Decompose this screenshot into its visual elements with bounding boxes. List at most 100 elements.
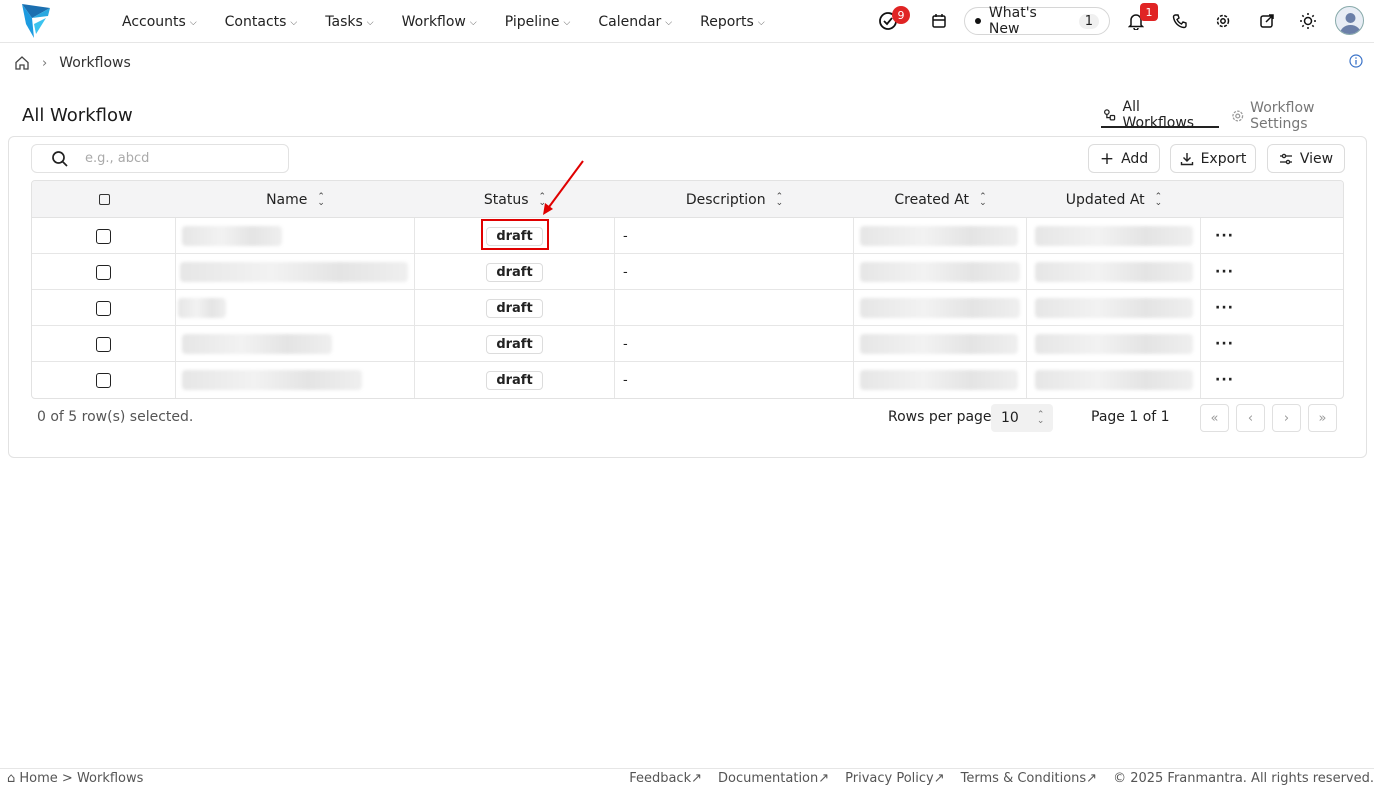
description-cell: - — [615, 326, 854, 362]
nav-pipeline[interactable]: Pipeline ⌵ — [491, 0, 585, 43]
more-actions-icon[interactable]: ··· — [1215, 264, 1234, 280]
export-button-label: Export — [1200, 150, 1247, 167]
table-row[interactable]: draft - ··· — [32, 326, 1343, 362]
row-checkbox[interactable] — [96, 372, 111, 388]
calendar-button[interactable] — [927, 9, 951, 33]
privacy-policy-link[interactable]: Privacy Policy↗ — [845, 771, 945, 786]
phone-button[interactable] — [1168, 9, 1192, 33]
row-checkbox[interactable] — [96, 264, 111, 280]
redacted-date — [1035, 226, 1193, 246]
redacted-date — [860, 298, 1020, 318]
search-icon — [52, 150, 68, 167]
table-row[interactable]: draft ··· — [32, 290, 1343, 326]
actions-cell: ··· — [1201, 362, 1343, 398]
info-icon[interactable] — [1349, 54, 1363, 68]
column-header-description[interactable]: Description ⌃ ⌄ — [615, 181, 854, 218]
created-at-cell — [854, 218, 1027, 254]
more-actions-icon[interactable]: ··· — [1215, 336, 1234, 352]
column-header-created-at[interactable]: Created At ⌃ ⌄ — [854, 181, 1027, 218]
status-badge: draft — [486, 298, 543, 318]
name-cell[interactable] — [176, 218, 415, 254]
column-created-label: Created At — [894, 191, 970, 208]
redacted-date — [1035, 298, 1193, 318]
more-actions-icon[interactable]: ··· — [1215, 228, 1234, 244]
more-actions-icon[interactable]: ··· — [1215, 300, 1234, 316]
status-cell: draft — [415, 290, 615, 326]
name-cell[interactable] — [176, 326, 415, 362]
first-page-button[interactable]: « — [1200, 404, 1229, 432]
chevron-down-icon: ⌵ — [563, 18, 571, 28]
selection-summary: 0 of 5 row(s) selected. — [37, 409, 194, 425]
tab-workflow-settings[interactable]: Workflow Settings — [1229, 100, 1374, 132]
franmantra-logo[interactable] — [22, 4, 52, 38]
nav-calendar[interactable]: Calendar ⌵ — [584, 0, 686, 43]
export-button[interactable]: Export — [1170, 144, 1256, 173]
last-page-button[interactable]: » — [1308, 404, 1337, 432]
search-input[interactable] — [85, 151, 265, 166]
double-chevron-right-icon: » — [1318, 410, 1327, 426]
nav-reports[interactable]: Reports ⌵ — [686, 0, 779, 43]
row-checkbox[interactable] — [96, 300, 111, 316]
more-actions-icon[interactable]: ··· — [1215, 372, 1234, 388]
tasks-check-button[interactable]: 9 — [876, 6, 910, 33]
privacy-link-label: Privacy Policy — [845, 771, 934, 786]
row-checkbox[interactable] — [96, 336, 111, 352]
name-cell[interactable] — [176, 362, 415, 398]
table-row[interactable]: draft - ··· — [32, 362, 1343, 398]
select-all-checkbox[interactable] — [98, 194, 110, 205]
terms-link[interactable]: Terms & Conditions↗ — [961, 771, 1097, 786]
description-cell: - — [615, 254, 854, 290]
search-box[interactable] — [31, 144, 289, 173]
theme-toggle-button[interactable] — [1296, 9, 1320, 33]
column-status-label: Status — [483, 191, 529, 208]
annotation-arrow-icon — [543, 160, 584, 215]
name-cell[interactable] — [176, 254, 415, 290]
redacted-name — [182, 226, 282, 246]
next-page-button[interactable]: › — [1272, 404, 1301, 432]
row-checkbox[interactable] — [96, 228, 111, 244]
nav-workflow-label: Workflow — [401, 13, 466, 30]
sort-icon: ⌃ ⌄ — [1154, 191, 1163, 208]
redacted-name — [182, 370, 362, 390]
column-header-updated-at[interactable]: Updated At ⌃ ⌄ — [1027, 181, 1201, 218]
user-avatar[interactable] — [1335, 6, 1364, 35]
nav-workflow[interactable]: Workflow ⌵ — [388, 0, 491, 43]
tab-workflow-settings-label: Workflow Settings — [1250, 99, 1315, 132]
feedback-link[interactable]: Feedback↗ — [629, 771, 702, 786]
nav-pipeline-label: Pipeline — [504, 13, 560, 30]
top-navbar: Accounts ⌵ Contacts ⌵ Tasks ⌵ Workflow ⌵ Pip… — [0, 0, 1374, 43]
workflow-icon — [1104, 108, 1116, 120]
column-name-label: Name — [266, 191, 308, 208]
share-button[interactable] — [1255, 9, 1279, 33]
redacted-name — [178, 298, 226, 318]
chevron-right-icon: › — [1283, 410, 1290, 426]
name-cell[interactable] — [176, 290, 415, 326]
table-row[interactable]: draft - ··· — [32, 254, 1343, 290]
whats-new-button[interactable]: What's New 1 — [964, 5, 1110, 37]
previous-page-button[interactable]: ‹ — [1236, 404, 1265, 432]
chevron-down-icon: ⌵ — [366, 18, 374, 28]
tab-all-workflows[interactable]: All Workflows — [1101, 99, 1219, 131]
column-header-name[interactable]: Name ⌃ ⌄ — [176, 181, 415, 218]
settings-button[interactable] — [1211, 9, 1235, 33]
redacted-date — [860, 226, 1018, 246]
rows-per-page-select[interactable]: 10 ⌃ ⌄ — [991, 404, 1053, 432]
annotation-highlight-box — [481, 219, 549, 250]
dot-icon — [975, 18, 981, 24]
view-button[interactable]: View — [1267, 144, 1345, 173]
home-icon[interactable] — [14, 55, 30, 71]
table-row[interactable]: draft - ··· — [32, 218, 1343, 254]
download-icon — [1180, 152, 1193, 165]
nav-tasks[interactable]: Tasks ⌵ — [311, 0, 387, 43]
created-at-cell — [854, 254, 1027, 290]
documentation-link[interactable]: Documentation↗ — [718, 771, 829, 786]
nav-contacts[interactable]: Contacts ⌵ — [211, 0, 312, 43]
add-button[interactable]: + Add — [1088, 144, 1160, 173]
created-at-cell — [854, 362, 1027, 398]
notifications-button[interactable]: 1 — [1124, 3, 1158, 33]
status-cell: draft — [415, 326, 615, 362]
select-all-header — [32, 181, 176, 218]
nav-accounts[interactable]: Accounts ⌵ — [108, 0, 211, 43]
page-footer: ⌂ Home > Workflows Feedback↗ Documentati… — [0, 768, 1374, 787]
footer-home-link[interactable]: ⌂ Home > — [7, 771, 73, 786]
